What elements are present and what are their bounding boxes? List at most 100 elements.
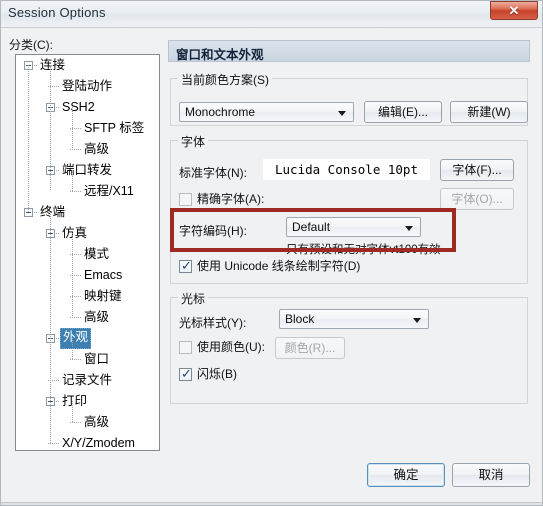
sidebar-item-18[interactable]: X/Y/Zmodem	[16, 433, 159, 450]
tree-connector-line	[70, 422, 82, 423]
sidebar-item-label: 高级	[84, 142, 110, 156]
normal-font-label: 标准字体(N):	[179, 166, 247, 180]
window-bottom-edge	[0, 502, 543, 506]
tree-connector-line	[70, 317, 82, 318]
normal-font-value: Lucida Console 10pt	[263, 159, 430, 180]
exact-font-checkbox[interactable]	[179, 193, 192, 206]
tree-connector-line	[70, 191, 82, 192]
tree-connector-line	[70, 149, 82, 150]
check-icon: ✓	[181, 258, 192, 273]
tree-connector-line	[48, 443, 60, 444]
charset-hint: 只有预设和无对字体vt100有效	[286, 244, 441, 256]
sidebar-item-label: 远程/X11	[84, 184, 134, 198]
sidebar-item-6[interactable]: 远程/X11	[16, 181, 159, 202]
tree-connector-line	[70, 359, 82, 360]
color-scheme-combo[interactable]: Monochrome	[179, 102, 354, 122]
cursor-style-label: 光标样式(Y):	[179, 316, 247, 330]
sidebar-item-label: 外观	[60, 328, 92, 349]
color-scheme-value: Monochrome	[185, 105, 256, 119]
unicode-line-drawing-label: 使用 Unicode 线条绘制字符(D)	[197, 259, 361, 273]
sidebar-item-8[interactable]: 仿真	[16, 223, 159, 244]
sidebar-item-label: Emacs	[84, 268, 123, 282]
tree-connector-line	[56, 107, 60, 108]
sidebar-item-3[interactable]: SFTP 标签	[16, 118, 159, 139]
cursor-color-button: 颜色(R)...	[275, 337, 345, 359]
sidebar-item-label: 高级	[84, 415, 110, 429]
color-scheme-group-title: 当前颜色方案(S)	[178, 71, 272, 88]
tree-connector-line	[56, 170, 60, 171]
category-tree[interactable]: 连接 登陆动作 SSH2 SFTP 标签 高级 端口转发 远程/X11 终端 仿真 模式 Emacs…	[15, 54, 160, 451]
edit-scheme-button[interactable]: 编辑(E)...	[364, 101, 442, 123]
sidebar-item-5[interactable]: 端口转发	[16, 160, 159, 181]
tree-connector-line	[72, 233, 73, 317]
title-bar: Session Options ✕	[0, 0, 543, 28]
sidebar-item-label: 端口转发	[62, 163, 113, 177]
tree-connector-line	[50, 212, 51, 443]
sidebar-item-label: 打印	[62, 394, 88, 408]
font-group-title: 字体	[178, 133, 209, 150]
chevron-down-icon	[405, 226, 413, 231]
sidebar-item-label: X/Y/Zmodem	[62, 436, 135, 450]
charset-combo[interactable]: Default	[286, 217, 421, 237]
chevron-down-icon	[338, 111, 346, 116]
pane-title: 窗口和文本外观	[176, 48, 264, 62]
tree-connector-line	[72, 338, 73, 359]
exact-font-button: 字体(O)...	[440, 188, 514, 210]
sidebar-item-9[interactable]: 模式	[16, 244, 159, 265]
sidebar-item-label: 窗口	[84, 352, 110, 366]
tree-connector-line	[56, 338, 60, 339]
charset-value: Default	[292, 220, 331, 234]
sidebar-item-1[interactable]: 登陆动作	[16, 76, 159, 97]
new-scheme-button[interactable]: 新建(W)	[450, 101, 528, 123]
cancel-button[interactable]: 取消	[452, 463, 530, 487]
sidebar-item-label: SSH2	[62, 100, 95, 114]
sidebar-item-16[interactable]: 打印	[16, 391, 159, 412]
close-icon: ✕	[508, 3, 520, 18]
sidebar-item-label: 记录文件	[62, 373, 113, 387]
cursor-style-combo[interactable]: Block	[279, 309, 429, 329]
window-title: Session Options	[8, 5, 106, 20]
tree-connector-line	[28, 65, 29, 212]
sidebar-item-13[interactable]: 外观	[16, 328, 159, 349]
dialog-client-area: 分类(C): 连接 登陆动作 SSH2 SFTP 标签 高级 端口转发 远程/X11 终端 仿真…	[0, 28, 543, 506]
normal-font-button[interactable]: 字体(F)...	[440, 159, 514, 181]
sidebar-item-label: 映射键	[84, 289, 122, 303]
sidebar-item-4[interactable]: 高级	[16, 139, 159, 160]
sidebar-item-label: 仿真	[62, 226, 88, 240]
sidebar-item-15[interactable]: 记录文件	[16, 370, 159, 391]
sidebar-item-14[interactable]: 窗口	[16, 349, 159, 370]
pane-header: 窗口和文本外观	[168, 40, 530, 62]
appearance-pane: 窗口和文本外观 当前颜色方案(S) Monochrome 编辑(E)... 新建…	[168, 40, 530, 416]
tree-connector-line	[72, 107, 73, 149]
cursor-blink-checkbox[interactable]: ✓	[179, 366, 192, 381]
cursor-use-color-label: 使用颜色(U):	[197, 340, 265, 354]
dialog-footer: 确定 取消	[0, 450, 543, 506]
tree-connector-line	[50, 65, 51, 191]
tree-connector-line	[72, 170, 73, 191]
unicode-line-drawing-checkbox[interactable]: ✓	[179, 258, 192, 273]
tree-connector-line	[34, 212, 38, 213]
sidebar-item-17[interactable]: 高级	[16, 412, 159, 433]
cursor-use-color-checkbox[interactable]	[179, 341, 192, 354]
tree-connector-line	[56, 233, 60, 234]
tree-connector-line	[72, 401, 73, 422]
sidebar-item-11[interactable]: 映射键	[16, 286, 159, 307]
tree-connector-line	[56, 401, 60, 402]
cursor-group-title: 光标	[178, 290, 209, 307]
sidebar-item-label: 登陆动作	[62, 79, 113, 93]
sidebar-item-label: 连接	[40, 58, 66, 72]
charset-label: 字符编码(H):	[179, 224, 247, 238]
sidebar-item-10[interactable]: Emacs	[16, 265, 159, 286]
sidebar-item-12[interactable]: 高级	[16, 307, 159, 328]
chevron-down-icon	[413, 318, 421, 323]
cursor-style-value: Block	[285, 312, 315, 326]
category-tree-rows: 连接 登陆动作 SSH2 SFTP 标签 高级 端口转发 远程/X11 终端 仿真 模式 Emacs…	[16, 55, 159, 450]
sidebar-item-label: SFTP 标签	[84, 121, 145, 135]
ok-button[interactable]: 确定	[367, 463, 445, 487]
sidebar-item-2[interactable]: SSH2	[16, 97, 159, 118]
sidebar-item-label: 终端	[40, 205, 66, 219]
close-button[interactable]: ✕	[490, 1, 538, 20]
tree-connector-line	[34, 65, 38, 66]
category-label: 分类(C):	[9, 38, 53, 52]
cursor-blink-label: 闪烁(B)	[197, 367, 237, 381]
